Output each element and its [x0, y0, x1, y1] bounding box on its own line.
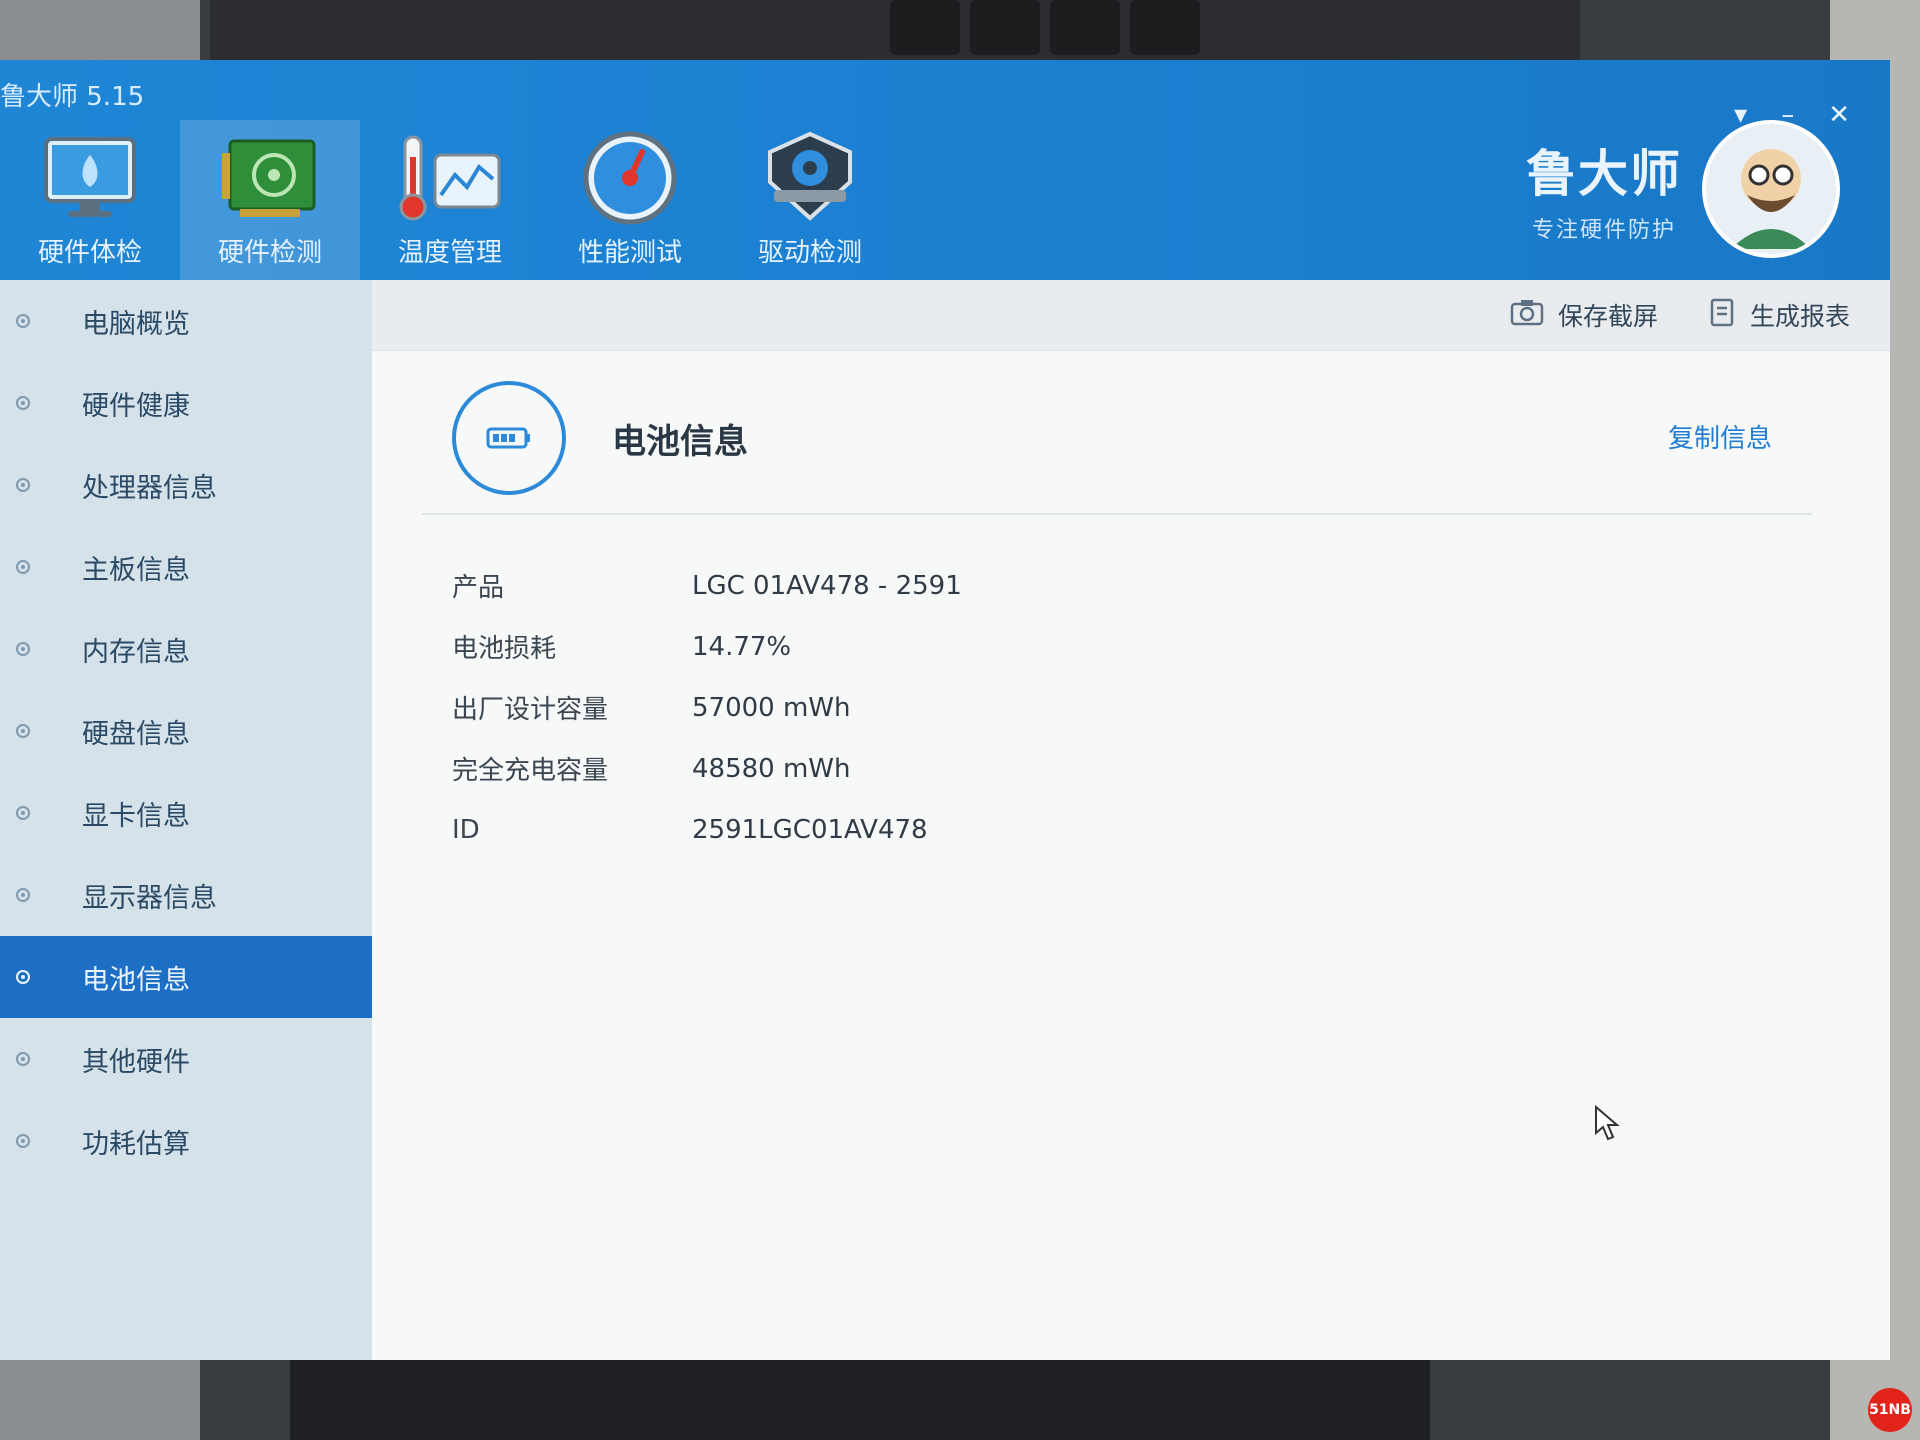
generate-report-button[interactable]: 生成报表 [1708, 297, 1850, 333]
info-value: 14.77% [692, 631, 792, 662]
sidebar-item-memory[interactable]: 内存信息 [0, 608, 372, 690]
bullet-icon [16, 560, 30, 574]
main-toolbar: 硬件体检 硬件检测 温度管理 性能测试 驱动检测 [0, 120, 900, 280]
info-row-id: ID 2591LGC01AV478 [452, 799, 962, 860]
sidebar-item-hardware-health[interactable]: 硬件健康 [0, 362, 372, 444]
tool-label: 温度管理 [397, 238, 502, 268]
gear-shield-icon [755, 128, 865, 228]
info-key: 完全充电容量 [452, 756, 609, 786]
watermark-badge: 51NB [1868, 1388, 1912, 1432]
info-row-wear: 电池损耗 14.77% [452, 616, 962, 677]
mascot-avatar [1702, 120, 1840, 258]
section-title: 电池信息 [612, 421, 748, 462]
info-value: 48580 mWh [692, 753, 851, 784]
bullet-icon [16, 1052, 30, 1066]
sidebar-item-label: 电池信息 [82, 964, 190, 996]
info-key: 电池损耗 [452, 634, 557, 664]
info-row-design-capacity: 出厂设计容量 57000 mWh [452, 677, 962, 738]
tool-label: 硬件检测 [217, 238, 322, 268]
sidebar-item-motherboard[interactable]: 主板信息 [0, 526, 372, 608]
bullet-icon [16, 396, 30, 410]
bullet-icon [16, 970, 30, 984]
camera-icon [1510, 298, 1544, 332]
content-toolbar: 保存截屏 生成报表 [372, 280, 1890, 351]
sidebar-item-label: 主板信息 [82, 554, 190, 586]
info-key: 出厂设计容量 [452, 695, 609, 725]
info-row-full-capacity: 完全充电容量 48580 mWh [452, 738, 962, 799]
sidebar-item-label: 电脑概览 [82, 308, 190, 340]
sidebar-item-label: 硬件健康 [82, 390, 190, 422]
info-value: LGC 01AV478 - 2591 [692, 570, 962, 601]
app-window: 鲁大师 5.15 ▾ – ✕ 硬件体检 硬件检测 温度管理 性能测试 驱动检测 … [0, 60, 1890, 1360]
info-key: ID [452, 814, 480, 845]
tool-temperature[interactable]: 温度管理 [360, 120, 540, 280]
bullet-icon [16, 314, 30, 328]
sidebar-item-other-hardware[interactable]: 其他硬件 [0, 1018, 372, 1100]
battery-icon [452, 381, 566, 495]
bullet-icon [16, 642, 30, 656]
sidebar-item-label: 功耗估算 [82, 1128, 190, 1160]
info-key: 产品 [452, 573, 505, 603]
generate-report-label: 生成报表 [1749, 302, 1850, 331]
circuit-board-icon [215, 128, 325, 228]
laptop-bezel [290, 1360, 1430, 1440]
info-row-product: 产品 LGC 01AV478 - 2591 [452, 555, 962, 616]
thermometer-chart-icon [395, 128, 505, 228]
bullet-icon [16, 724, 30, 738]
sidebar-item-label: 硬盘信息 [82, 718, 190, 750]
save-screenshot-button[interactable]: 保存截屏 [1510, 297, 1658, 333]
section-header: 电池信息 复制信息 [452, 378, 1812, 498]
brand: 鲁大师 专注硬件防护 [1526, 120, 1840, 258]
tool-label: 性能测试 [577, 238, 682, 268]
tool-hardware-checkup[interactable]: 硬件体检 [0, 120, 180, 280]
tool-label: 驱动检测 [757, 238, 862, 268]
sidebar-item-label: 显卡信息 [82, 800, 190, 832]
brand-name: 鲁大师 [1526, 145, 1682, 203]
sidebar: 电脑概览 硬件健康 处理器信息 主板信息 内存信息 硬盘信息 显卡信息 显示器信… [0, 280, 372, 1360]
mouse-cursor-icon [1594, 1104, 1620, 1145]
save-screenshot-label: 保存截屏 [1557, 302, 1658, 331]
tool-label: 硬件体检 [37, 238, 142, 268]
info-value: 2591LGC01AV478 [692, 814, 928, 845]
copy-info-link[interactable]: 复制信息 [1668, 418, 1772, 455]
sidebar-item-pc-overview[interactable]: 电脑概览 [0, 280, 372, 362]
divider [422, 513, 1812, 515]
tool-driver-detect[interactable]: 驱动检测 [720, 120, 900, 280]
info-value: 57000 mWh [692, 692, 851, 723]
speedometer-icon [575, 128, 685, 228]
sidebar-item-graphics[interactable]: 显卡信息 [0, 772, 372, 854]
sidebar-item-label: 内存信息 [82, 636, 190, 668]
bullet-icon [16, 478, 30, 492]
bullet-icon [16, 1134, 30, 1148]
report-icon [1708, 297, 1736, 333]
window-title: 鲁大师 5.15 [0, 82, 145, 112]
brand-slogan: 专注硬件防护 [1531, 218, 1676, 243]
bullet-icon [16, 888, 30, 902]
app-header: 鲁大师 5.15 ▾ – ✕ 硬件体检 硬件检测 温度管理 性能测试 驱动检测 … [0, 60, 1890, 280]
tool-hardware-detect[interactable]: 硬件检测 [180, 120, 360, 280]
sidebar-item-battery[interactable]: 电池信息 [0, 936, 372, 1018]
sidebar-item-disk[interactable]: 硬盘信息 [0, 690, 372, 772]
sidebar-item-label: 其他硬件 [82, 1046, 190, 1078]
sidebar-item-power-estimate[interactable]: 功耗估算 [0, 1100, 372, 1182]
main-panel: 保存截屏 生成报表 电池信息 复制信息 产品 LGC 01AV478 - 2591… [372, 280, 1890, 1360]
sidebar-item-label: 显示器信息 [82, 882, 217, 914]
monitor-icon [35, 128, 145, 228]
sidebar-item-display[interactable]: 显示器信息 [0, 854, 372, 936]
sidebar-item-processor[interactable]: 处理器信息 [0, 444, 372, 526]
battery-info-list: 产品 LGC 01AV478 - 2591 电池损耗 14.77% 出厂设计容量 57… [452, 555, 962, 860]
sidebar-item-label: 处理器信息 [82, 472, 217, 504]
tool-performance[interactable]: 性能测试 [540, 120, 720, 280]
bullet-icon [16, 806, 30, 820]
brand-text: 鲁大师 专注硬件防护 [1526, 134, 1682, 244]
